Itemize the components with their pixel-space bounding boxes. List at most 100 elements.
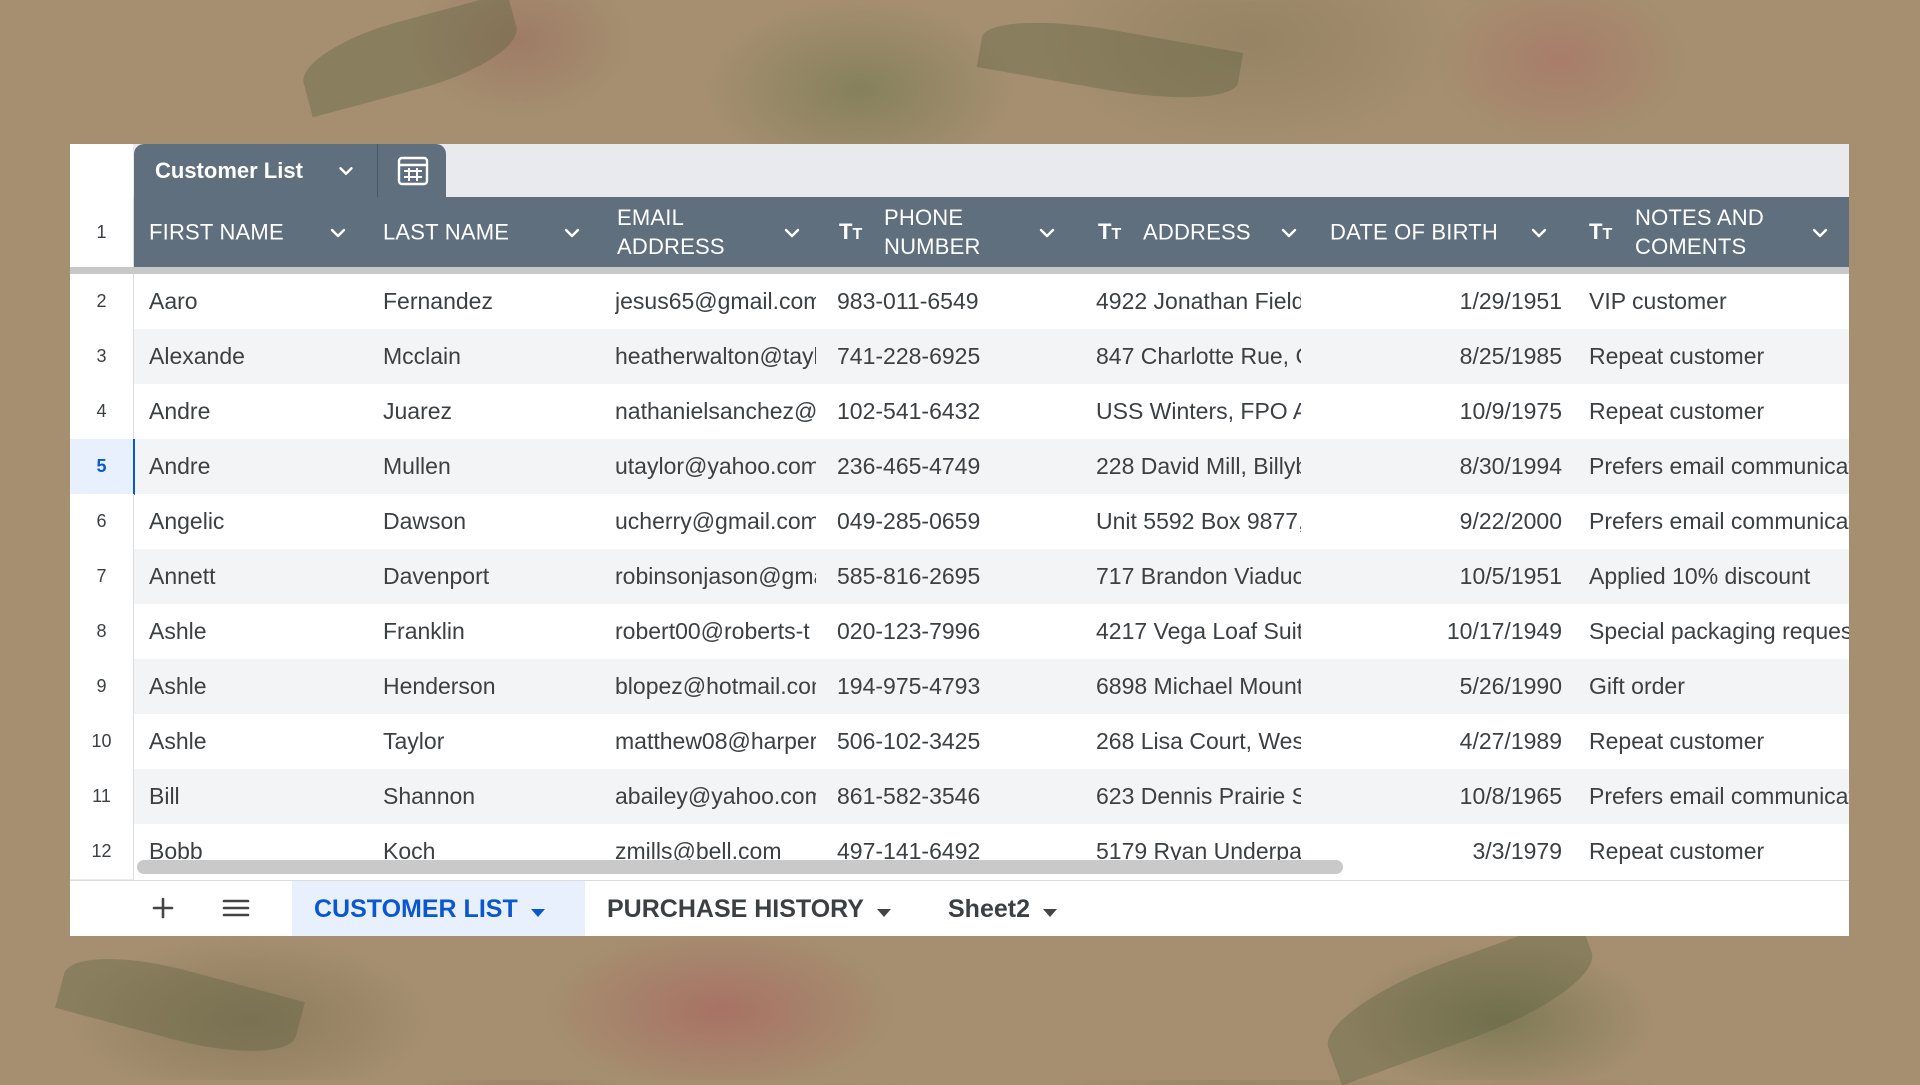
date-of-birth-cell[interactable]: 8/30/1994 bbox=[1330, 439, 1562, 494]
menu-icon[interactable] bbox=[221, 895, 251, 926]
column-header-email-address[interactable]: EMAIL ADDRESS bbox=[602, 197, 823, 267]
column-header-last-name[interactable]: LAST NAME bbox=[368, 197, 602, 267]
table-row[interactable]: 3 Alexande Mcclain heatherwalton@taylor 741-… bbox=[70, 329, 1849, 385]
phone-cell[interactable]: 983-011-6549 bbox=[837, 274, 1067, 329]
select-all-corner[interactable] bbox=[70, 144, 133, 197]
row-number[interactable]: 2 bbox=[70, 274, 134, 330]
date-of-birth-cell[interactable]: 8/25/1985 bbox=[1330, 329, 1562, 384]
table-row[interactable]: 6 Angelic Dawson ucherry@gmail.com 049-285-0… bbox=[70, 494, 1849, 550]
phone-cell[interactable]: 102-541-6432 bbox=[837, 384, 1067, 439]
phone-cell[interactable]: 861-582-3546 bbox=[837, 769, 1067, 824]
column-header-notes-and-comments[interactable]: TT NOTES AND COMENTS bbox=[1575, 197, 1849, 267]
email-cell[interactable]: jesus65@gmail.com bbox=[615, 274, 816, 329]
date-of-birth-cell[interactable]: 10/5/1951 bbox=[1330, 549, 1562, 604]
row-number[interactable]: 12 bbox=[70, 824, 134, 880]
chevron-down-icon[interactable] bbox=[1527, 221, 1551, 251]
last-name-cell[interactable]: Mullen bbox=[383, 439, 593, 494]
email-cell[interactable]: blopez@hotmail.com bbox=[615, 659, 816, 714]
first-name-cell[interactable]: Annett bbox=[149, 549, 359, 604]
first-name-cell[interactable]: Ashle bbox=[149, 604, 359, 659]
date-of-birth-cell[interactable]: 9/22/2000 bbox=[1330, 494, 1562, 549]
row-number-1[interactable]: 1 bbox=[70, 197, 134, 267]
address-cell[interactable]: 268 Lisa Court, West bbox=[1096, 714, 1301, 769]
phone-cell[interactable]: 236-465-4749 bbox=[837, 439, 1067, 494]
address-cell[interactable]: 4217 Vega Loaf Suite bbox=[1096, 604, 1301, 659]
caret-down-icon[interactable] bbox=[876, 882, 892, 936]
phone-cell[interactable]: 741-228-6925 bbox=[837, 329, 1067, 384]
row-number[interactable]: 7 bbox=[70, 549, 134, 605]
address-cell[interactable]: USS Winters, FPO AP bbox=[1096, 384, 1301, 439]
table-row[interactable]: 2 Aaro Fernandez jesus65@gmail.com 983-011-6… bbox=[70, 274, 1849, 330]
email-cell[interactable]: abailey@yahoo.com bbox=[615, 769, 816, 824]
table-row[interactable]: 7 Annett Davenport robinsonjason@gmail 585-8… bbox=[70, 549, 1849, 605]
phone-cell[interactable]: 020-123-7996 bbox=[837, 604, 1067, 659]
email-cell[interactable]: robert00@roberts-t bbox=[615, 604, 816, 659]
first-name-cell[interactable]: Andre bbox=[149, 439, 359, 494]
last-name-cell[interactable]: Davenport bbox=[383, 549, 593, 604]
row-number[interactable]: 9 bbox=[70, 659, 134, 715]
column-header-address[interactable]: TT ADDRESS bbox=[1082, 197, 1316, 267]
table-menu-chevron-icon[interactable] bbox=[335, 160, 357, 187]
first-name-cell[interactable]: Ashle bbox=[149, 659, 359, 714]
table-row[interactable]: 10 Ashle Taylor matthew08@harper 506-102-342… bbox=[70, 714, 1849, 770]
date-of-birth-cell[interactable]: 3/3/1979 bbox=[1330, 824, 1562, 879]
table-tab-customer-list[interactable]: Customer List bbox=[134, 144, 446, 197]
address-cell[interactable]: 717 Brandon Viaduct bbox=[1096, 549, 1301, 604]
first-name-cell[interactable]: Bill bbox=[149, 769, 359, 824]
email-cell[interactable]: robinsonjason@gmail bbox=[615, 549, 816, 604]
notes-cell[interactable]: Repeat customer bbox=[1589, 329, 1849, 384]
date-of-birth-cell[interactable]: 10/17/1949 bbox=[1330, 604, 1562, 659]
tab-sheet2[interactable]: Sheet2 bbox=[948, 881, 1058, 936]
notes-cell[interactable]: Repeat customer bbox=[1589, 384, 1849, 439]
notes-cell[interactable]: Prefers email communication bbox=[1589, 494, 1849, 549]
first-name-cell[interactable]: Aaro bbox=[149, 274, 359, 329]
notes-cell[interactable]: Special packaging request bbox=[1589, 604, 1849, 659]
address-cell[interactable]: 4922 Jonathan Fields bbox=[1096, 274, 1301, 329]
table-row[interactable]: 5 Andre Mullen utaylor@yahoo.com 236-465-474… bbox=[70, 439, 1849, 495]
notes-cell[interactable]: VIP customer bbox=[1589, 274, 1849, 329]
frozen-row-divider[interactable] bbox=[70, 267, 1849, 274]
email-cell[interactable]: heatherwalton@taylor bbox=[615, 329, 816, 384]
row-number[interactable]: 6 bbox=[70, 494, 134, 550]
first-name-cell[interactable]: Ashle bbox=[149, 714, 359, 769]
caret-down-icon[interactable] bbox=[530, 882, 546, 936]
email-cell[interactable]: nathanielsanchez@ bbox=[615, 384, 816, 439]
last-name-cell[interactable]: Dawson bbox=[383, 494, 593, 549]
column-header-phone-number[interactable]: TT PHONE NUMBER bbox=[823, 197, 1082, 267]
date-of-birth-cell[interactable]: 10/8/1965 bbox=[1330, 769, 1562, 824]
date-of-birth-cell[interactable]: 5/26/1990 bbox=[1330, 659, 1562, 714]
notes-cell[interactable]: Repeat customer bbox=[1589, 824, 1849, 879]
phone-cell[interactable]: 194-975-4793 bbox=[837, 659, 1067, 714]
column-header-first-name[interactable]: FIRST NAME bbox=[134, 197, 368, 267]
tab-purchase-history[interactable]: PURCHASE HISTORY bbox=[607, 881, 892, 936]
table-row[interactable]: 8 Ashle Franklin robert00@roberts-t 020-123-… bbox=[70, 604, 1849, 660]
email-cell[interactable]: utaylor@yahoo.com bbox=[615, 439, 816, 494]
last-name-cell[interactable]: Taylor bbox=[383, 714, 593, 769]
horizontal-scrollbar[interactable] bbox=[137, 860, 1343, 874]
last-name-cell[interactable]: Franklin bbox=[383, 604, 593, 659]
notes-cell[interactable]: Applied 10% discount bbox=[1589, 549, 1849, 604]
phone-cell[interactable]: 049-285-0659 bbox=[837, 494, 1067, 549]
plus-icon[interactable] bbox=[150, 895, 176, 926]
phone-cell[interactable]: 585-816-2695 bbox=[837, 549, 1067, 604]
row-number[interactable]: 4 bbox=[70, 384, 134, 440]
notes-cell[interactable]: Repeat customer bbox=[1589, 714, 1849, 769]
last-name-cell[interactable]: Mcclain bbox=[383, 329, 593, 384]
last-name-cell[interactable]: Henderson bbox=[383, 659, 593, 714]
address-cell[interactable]: 6898 Michael Mount bbox=[1096, 659, 1301, 714]
phone-cell[interactable]: 506-102-3425 bbox=[837, 714, 1067, 769]
address-cell[interactable]: Unit 5592 Box 9877, bbox=[1096, 494, 1301, 549]
table-row[interactable]: 4 Andre Juarez nathanielsanchez@ 102-541-643… bbox=[70, 384, 1849, 440]
last-name-cell[interactable]: Fernandez bbox=[383, 274, 593, 329]
first-name-cell[interactable]: Andre bbox=[149, 384, 359, 439]
table-view-icon[interactable] bbox=[396, 156, 430, 191]
row-number[interactable]: 5 bbox=[70, 439, 135, 495]
column-header-date-of-birth[interactable]: DATE OF BIRTH bbox=[1316, 197, 1575, 267]
last-name-cell[interactable]: Shannon bbox=[383, 769, 593, 824]
table-row[interactable]: 11 Bill Shannon abailey@yahoo.com 861-582-35… bbox=[70, 769, 1849, 825]
first-name-cell[interactable]: Angelic bbox=[149, 494, 359, 549]
notes-cell[interactable]: Prefers email communication bbox=[1589, 769, 1849, 824]
table-row[interactable]: 9 Ashle Henderson blopez@hotmail.com 194-975… bbox=[70, 659, 1849, 715]
address-cell[interactable]: 847 Charlotte Rue, G bbox=[1096, 329, 1301, 384]
chevron-down-icon[interactable] bbox=[1808, 221, 1832, 251]
